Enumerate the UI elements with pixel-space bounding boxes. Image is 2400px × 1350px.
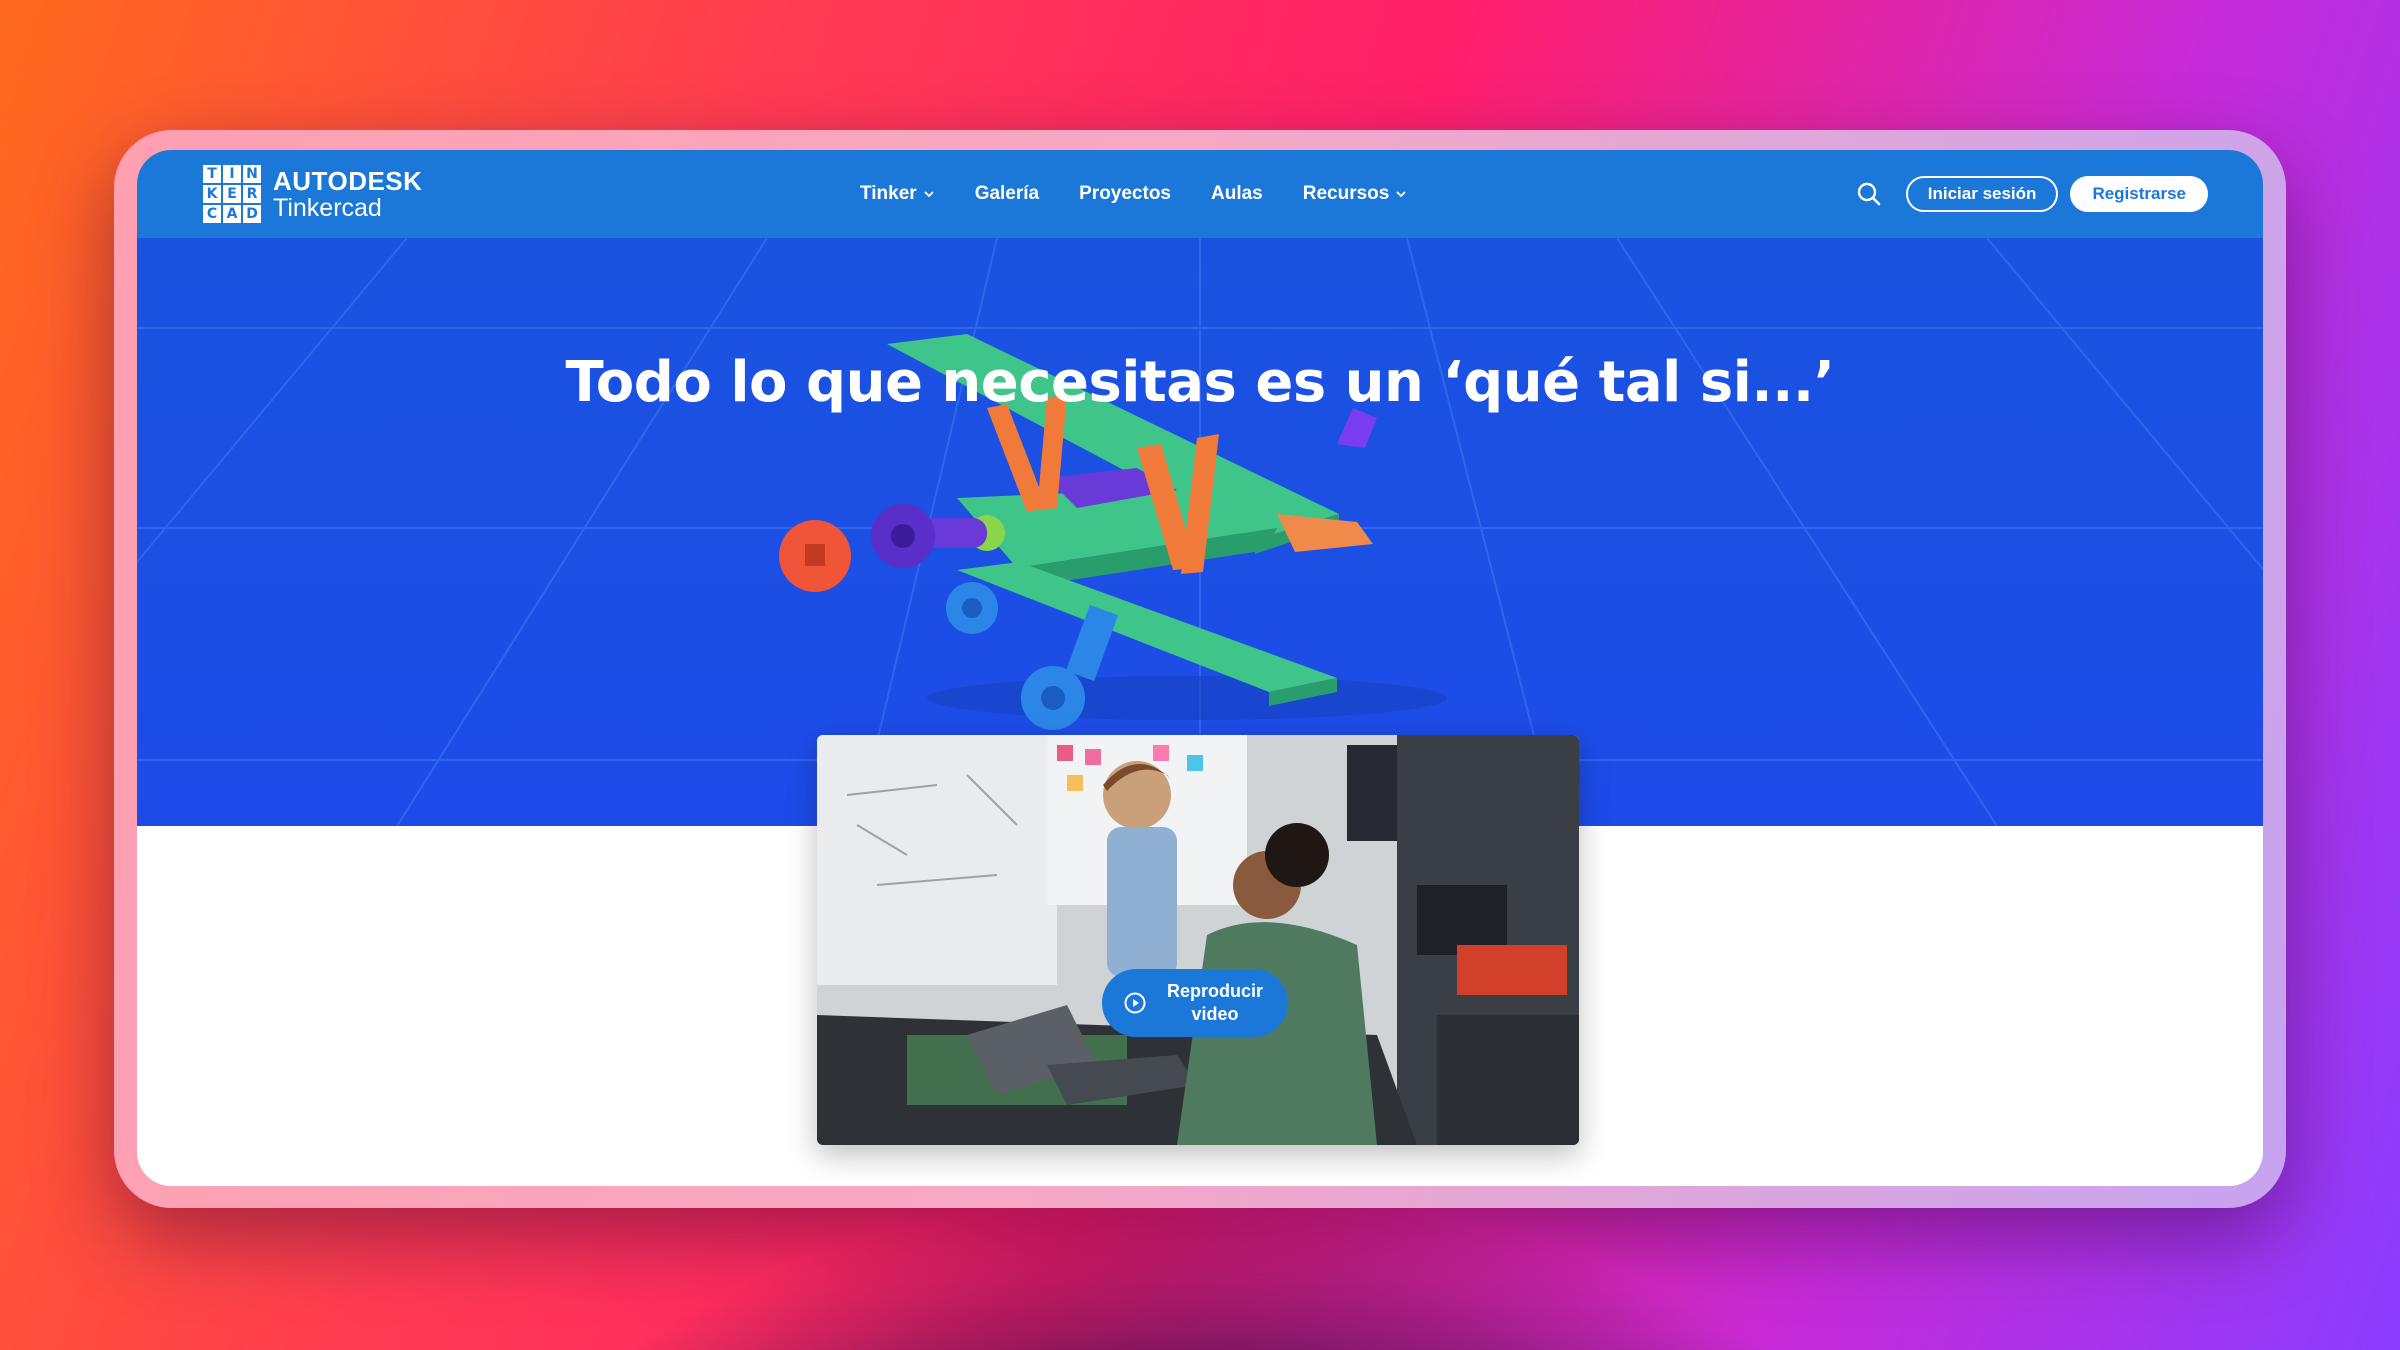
logo-letter: K bbox=[203, 185, 221, 203]
search-icon[interactable] bbox=[1854, 179, 1884, 209]
top-navigation: T I N K E R C A D AUTODESK Tinkercad Tin… bbox=[137, 150, 2263, 238]
chevron-down-icon bbox=[1396, 191, 1406, 198]
play-video-label: Reproducir video bbox=[1166, 981, 1263, 1024]
toy-airplane-illustration bbox=[779, 334, 1447, 730]
play-circle-icon bbox=[1124, 992, 1146, 1014]
tinkercad-logo[interactable]: T I N K E R C A D AUTODESK Tinkercad bbox=[203, 165, 422, 223]
hero-title: Todo lo que necesitas es un ‘qué tal si.… bbox=[565, 350, 1835, 415]
signup-button[interactable]: Registrarse bbox=[2070, 176, 2208, 212]
logo-letter: T bbox=[203, 165, 221, 183]
menu-item-label: Tinker bbox=[860, 183, 917, 204]
play-video-button[interactable]: Reproducir video bbox=[1102, 969, 1288, 1037]
menu-item-label: Galería bbox=[974, 183, 1040, 204]
menu-item-recursos[interactable]: Recursos bbox=[1303, 183, 1408, 205]
logo-letter: A bbox=[223, 205, 241, 223]
logo-letter: I bbox=[223, 165, 241, 183]
browser-screen: T I N K E R C A D AUTODESK Tinkercad Tin… bbox=[137, 150, 2263, 1186]
menu-item-label: Recursos bbox=[1302, 183, 1390, 204]
video-thumbnail[interactable]: Reproducir video bbox=[817, 735, 1579, 1145]
logo-product: Tinkercad bbox=[273, 193, 382, 222]
main-menu: Tinker Galería Proyectos Aulas Recursos bbox=[860, 150, 1447, 238]
logo-letter: N bbox=[243, 165, 261, 183]
logo-letter: D bbox=[243, 205, 261, 223]
menu-item-tinker[interactable]: Tinker bbox=[860, 183, 935, 205]
logo-letter: C bbox=[203, 205, 221, 223]
classroom-photo bbox=[817, 735, 1579, 1145]
menu-item-proyectos[interactable]: Proyectos bbox=[1079, 183, 1171, 205]
menu-item-galeria[interactable]: Galería bbox=[975, 183, 1039, 205]
logo-wordmark: AUTODESK Tinkercad bbox=[273, 168, 422, 221]
nav-actions: Iniciar sesión Registrarse bbox=[1854, 150, 2208, 238]
logo-brand: AUTODESK bbox=[273, 165, 423, 196]
menu-item-aulas[interactable]: Aulas bbox=[1211, 183, 1263, 205]
menu-item-label: Proyectos bbox=[1079, 183, 1171, 204]
logo-letter: E bbox=[223, 185, 241, 203]
logo-letter-grid: T I N K E R C A D bbox=[203, 165, 261, 223]
login-button[interactable]: Iniciar sesión bbox=[1905, 176, 2059, 212]
menu-item-label: Aulas bbox=[1211, 183, 1263, 204]
logo-letter: R bbox=[243, 185, 261, 203]
chevron-down-icon bbox=[924, 191, 934, 198]
